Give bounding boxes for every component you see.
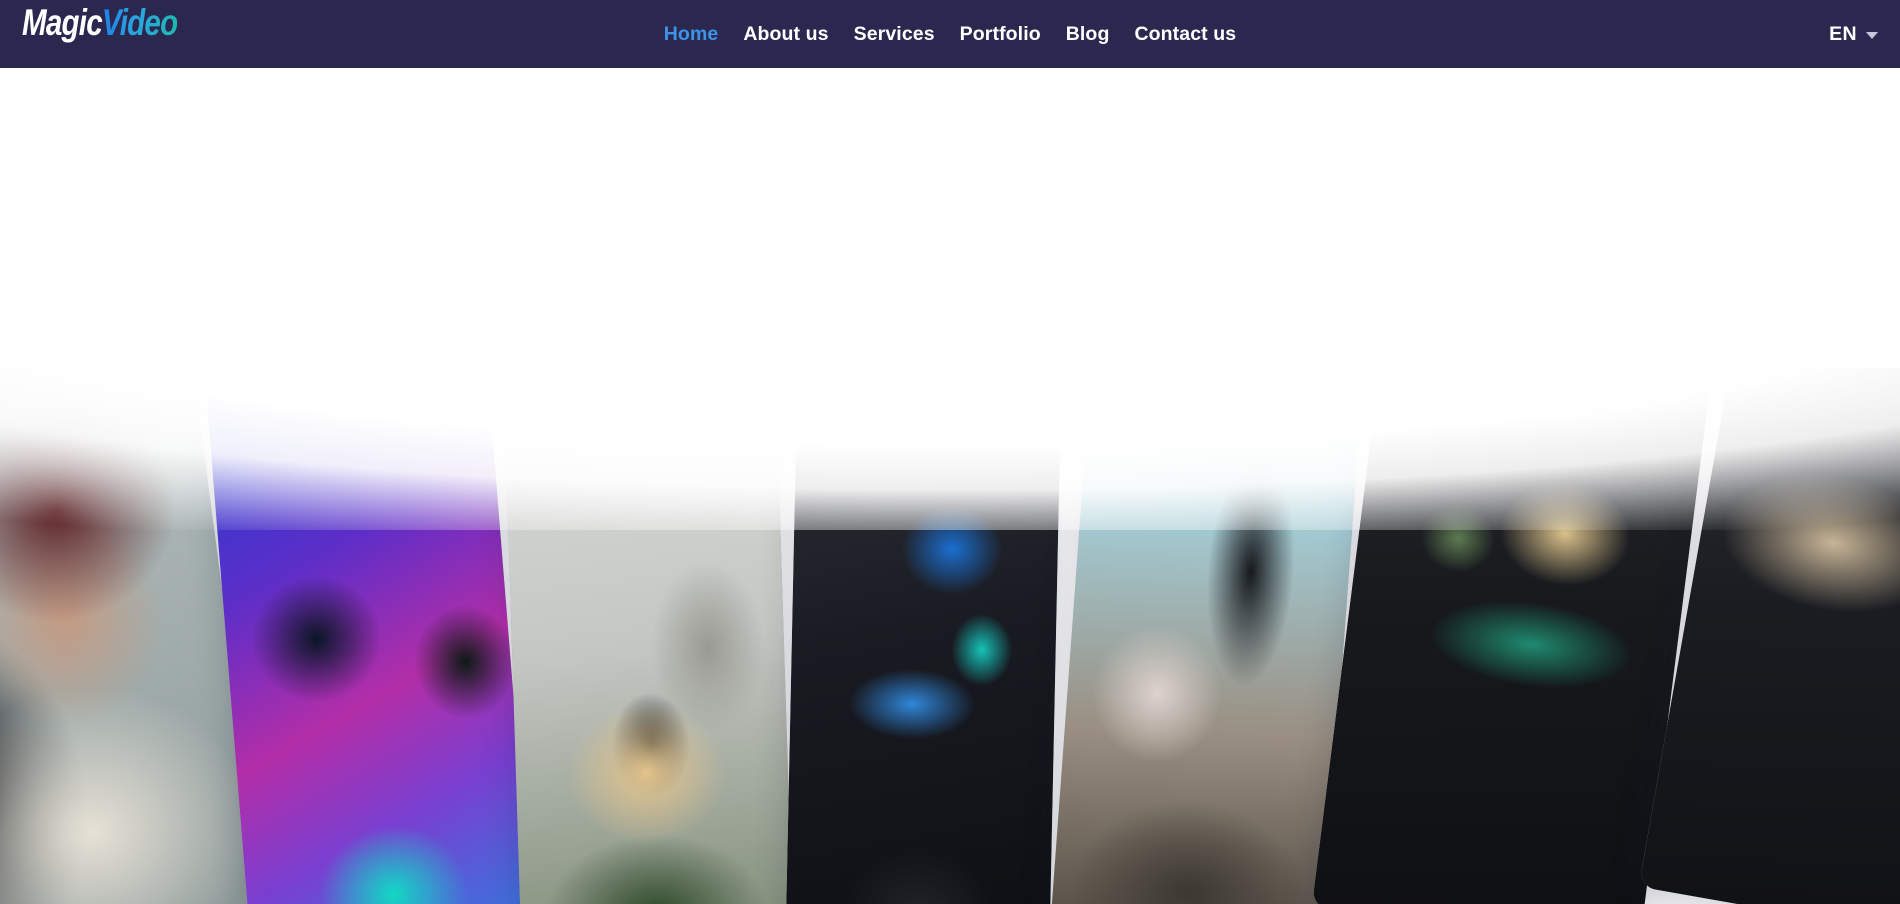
hero-subtitle: We work on content for large companies bbox=[711, 218, 1189, 249]
language-code: EN bbox=[1829, 22, 1857, 45]
main-navigation: Home About us Services Portfolio Blog Co… bbox=[0, 0, 1900, 68]
carousel-card[interactable] bbox=[504, 393, 794, 904]
nav-item-blog[interactable]: Blog bbox=[1066, 23, 1110, 46]
nav-item-home[interactable]: Home bbox=[664, 23, 719, 46]
chevron-down-icon bbox=[1866, 32, 1878, 39]
hero-section: Video creation specialists We work on co… bbox=[0, 68, 1900, 428]
carousel-card[interactable] bbox=[1049, 362, 1363, 904]
site-header: MagicVideo Home About us Services Portfo… bbox=[0, 0, 1900, 68]
carousel-card-image bbox=[504, 393, 794, 904]
carousel-card-image bbox=[1049, 362, 1363, 904]
nav-item-services[interactable]: Services bbox=[854, 23, 935, 46]
contact-us-button[interactable]: CONTACT US bbox=[850, 305, 1050, 358]
nav-item-about-us[interactable]: About us bbox=[743, 23, 828, 46]
page-title: Video creation specialists bbox=[648, 139, 1252, 196]
nav-item-portfolio[interactable]: Portfolio bbox=[960, 23, 1041, 46]
carousel-card[interactable] bbox=[205, 357, 533, 904]
nav-item-contact-us[interactable]: Contact us bbox=[1134, 23, 1236, 46]
carousel-card-image bbox=[785, 401, 1061, 904]
language-switcher[interactable]: EN bbox=[1829, 0, 1878, 68]
carousel-card[interactable] bbox=[785, 401, 1061, 904]
carousel-card-image bbox=[205, 357, 533, 904]
